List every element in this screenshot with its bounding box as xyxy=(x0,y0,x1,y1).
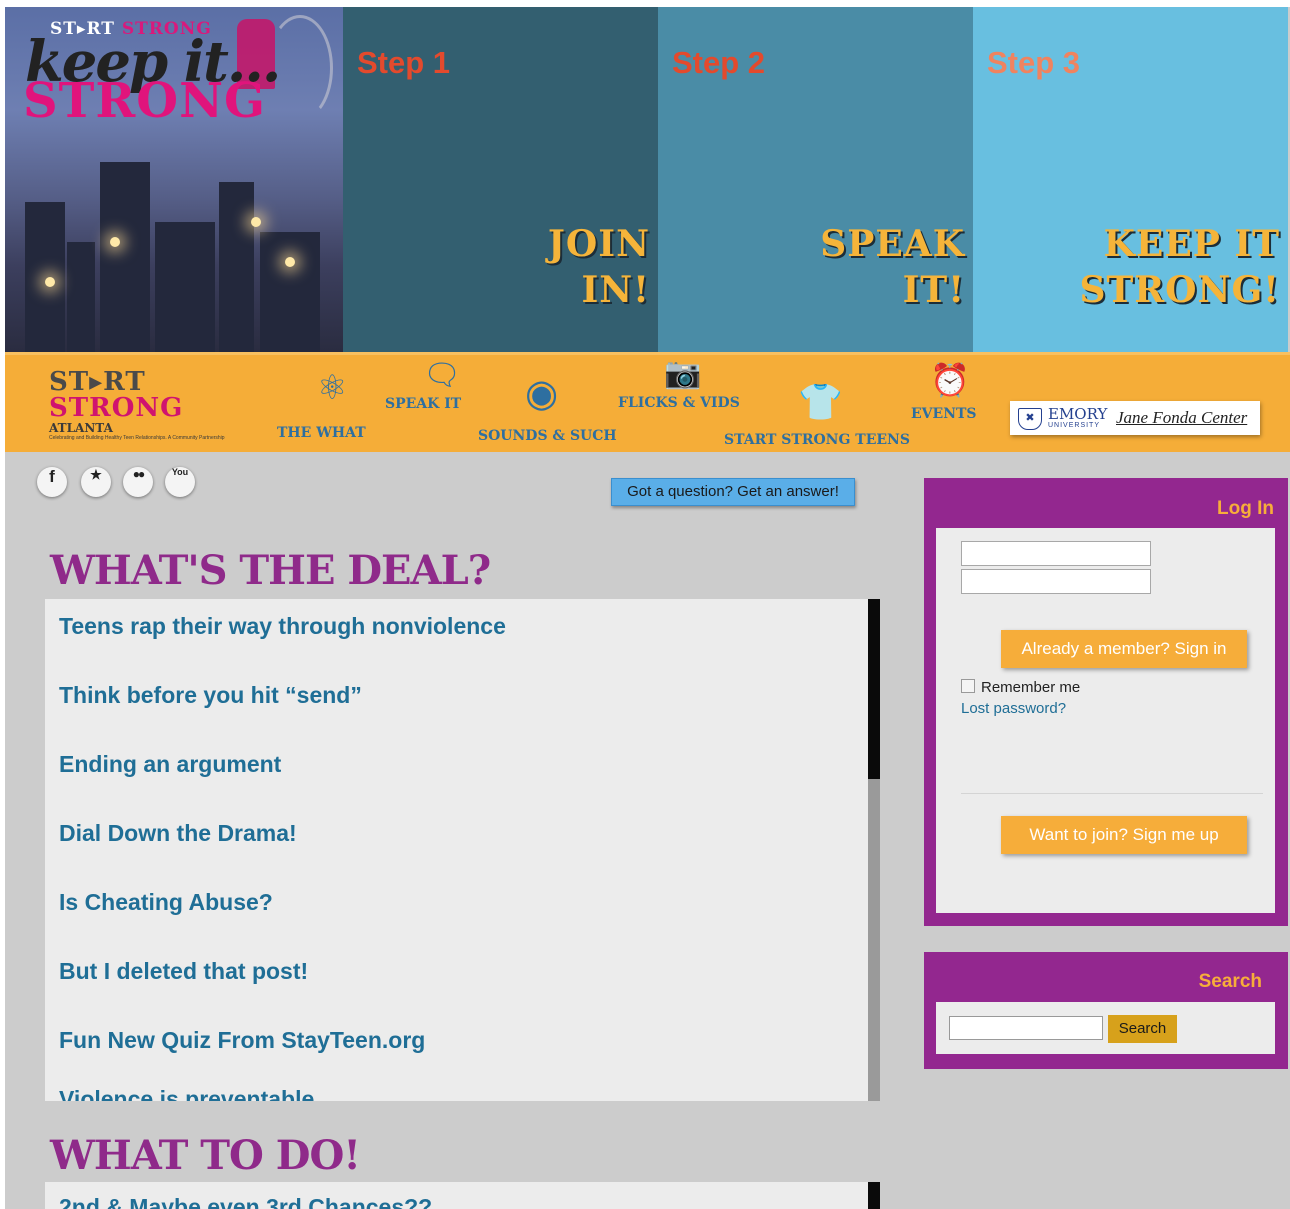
speech-bubble-icon[interactable]: 🗨 xyxy=(423,359,461,393)
whats-the-deal-heading: WHAT'S THE DEAL? xyxy=(50,547,491,594)
post-link[interactable]: Violence is preventable xyxy=(59,1086,314,1101)
nav-item-speak-it[interactable]: SPEAK IT xyxy=(385,396,461,412)
step-3-line1: KEEP IT xyxy=(1103,223,1280,265)
atom-icon[interactable]: ⚛ xyxy=(317,371,347,405)
youtube-icon[interactable]: You xyxy=(165,467,195,497)
city-light xyxy=(251,217,261,227)
skyline-building xyxy=(25,202,65,352)
lost-password-link[interactable]: Lost password? xyxy=(961,700,1066,717)
start-strong-atlanta-logo[interactable]: ST▸RT STRONG ATLANTA Celebrating and Bui… xyxy=(49,369,225,441)
remember-me[interactable]: Remember me xyxy=(961,679,1080,696)
flickr-icon[interactable]: ●● xyxy=(123,467,153,497)
search-form: Search xyxy=(936,1002,1275,1054)
login-title: Log In xyxy=(1217,498,1274,519)
city-light xyxy=(110,237,120,247)
emory-subtitle: UNIVERSITY xyxy=(1048,422,1101,429)
emory-jane-fonda-center-logo[interactable]: ✖ EMORY UNIVERSITY Jane Fonda Center xyxy=(1010,401,1260,435)
nav-item-flicks-and-vids[interactable]: FLICKS & VIDS xyxy=(618,395,740,411)
step-1-heading: JOIN IN! xyxy=(548,221,650,313)
hero-banner: ST▸RT STRONG keep it... STRONG Step 1 JO… xyxy=(5,7,1290,352)
step-2-panel[interactable]: Step 2 SPEAK IT! xyxy=(658,7,973,352)
login-form: Already a member? Sign in Remember me Lo… xyxy=(936,528,1275,913)
emory-shield-icon: ✖ xyxy=(1018,408,1042,430)
step-1-panel[interactable]: Step 1 JOIN IN! xyxy=(343,7,658,352)
skyline-building xyxy=(155,222,215,352)
password-input[interactable] xyxy=(961,569,1151,594)
username-input[interactable] xyxy=(961,541,1151,566)
skyline-building xyxy=(260,232,320,352)
step-3-panel[interactable]: Step 3 KEEP IT STRONG! xyxy=(973,7,1288,352)
what-to-do-heading: WHAT TO DO! xyxy=(50,1132,361,1179)
deal-list-scroll-thumb[interactable] xyxy=(868,599,880,779)
sign-up-button[interactable]: Want to join? Sign me up xyxy=(1001,816,1247,854)
hero-strong: STRONG xyxy=(23,73,266,129)
tshirt-icon[interactable]: 👕 xyxy=(798,384,843,420)
alarm-clock-icon[interactable]: ⏰ xyxy=(930,363,970,397)
facebook-icon[interactable]: f xyxy=(37,467,67,497)
logo-start: ST▸RT xyxy=(49,367,146,397)
twitter-icon[interactable]: ★ xyxy=(81,467,111,497)
whats-the-deal-list: Teens rap their way through nonviolence … xyxy=(45,599,868,1101)
post-link[interactable]: Ending an argument xyxy=(59,751,281,778)
jane-fonda-center-name: Jane Fonda Center xyxy=(1116,408,1248,427)
nav-item-the-what[interactable]: THE WHAT xyxy=(277,425,366,441)
search-title: Search xyxy=(1198,971,1262,992)
remember-me-checkbox[interactable] xyxy=(961,679,975,693)
step-2-line1: SPEAK xyxy=(820,223,965,265)
step-3-number: Step 3 xyxy=(987,45,1081,80)
step-2-heading: SPEAK IT! xyxy=(820,221,965,313)
turntable-icon[interactable]: ◉ xyxy=(525,375,558,413)
remember-me-label: Remember me xyxy=(981,679,1081,696)
post-link[interactable]: Think before you hit “send” xyxy=(59,682,362,709)
post-link[interactable]: Teens rap their way through nonviolence xyxy=(59,613,506,640)
nav-item-start-strong-teens[interactable]: START STRONG TEENS xyxy=(724,432,910,448)
skyline-building xyxy=(67,242,95,352)
step-3-heading: KEEP IT STRONG! xyxy=(1079,221,1280,313)
nav-item-sounds-and-such[interactable]: SOUNDS & SUCH xyxy=(478,428,617,444)
main-nav: ST▸RT STRONG ATLANTA Celebrating and Bui… xyxy=(5,352,1290,452)
todo-list-scroll-thumb[interactable] xyxy=(868,1182,880,1209)
search-input[interactable] xyxy=(949,1016,1103,1040)
step-1-number: Step 1 xyxy=(357,45,451,80)
page: ST▸RT STRONG keep it... STRONG Step 1 JO… xyxy=(5,7,1290,1209)
sign-in-button[interactable]: Already a member? Sign in xyxy=(1001,630,1247,668)
ask-question-button[interactable]: Got a question? Get an answer! xyxy=(611,478,855,506)
login-widget: Log In Already a member? Sign in Remembe… xyxy=(924,478,1288,926)
what-to-do-list: 2nd & Maybe even 3rd Chances?? xyxy=(45,1182,868,1209)
post-link[interactable]: Fun New Quiz From StayTeen.org xyxy=(59,1027,425,1054)
step-1-line1: JOIN xyxy=(547,223,650,265)
skyline-building xyxy=(100,162,150,352)
logo-tagline: Celebrating and Building Healthy Teen Re… xyxy=(49,435,225,441)
todo-list-scrollbar[interactable] xyxy=(868,1182,880,1209)
post-link[interactable]: Dial Down the Drama! xyxy=(59,820,297,847)
camera-icon[interactable]: 📷 xyxy=(664,357,701,391)
nav-item-events[interactable]: EVENTS xyxy=(911,406,977,422)
step-2-line2: IT! xyxy=(902,269,965,311)
post-link[interactable]: But I deleted that post! xyxy=(59,958,308,985)
deal-list-scrollbar[interactable] xyxy=(868,599,880,1101)
skyline-building xyxy=(219,182,254,352)
city-light xyxy=(285,257,295,267)
login-divider xyxy=(961,793,1263,794)
city-light xyxy=(45,277,55,287)
post-link[interactable]: 2nd & Maybe even 3rd Chances?? xyxy=(59,1194,432,1209)
step-1-line2: IN! xyxy=(581,269,650,311)
logo-atlanta: ATLANTA xyxy=(49,421,113,435)
search-button[interactable]: Search xyxy=(1108,1015,1177,1043)
step-2-number: Step 2 xyxy=(672,45,766,80)
post-link[interactable]: Is Cheating Abuse? xyxy=(59,889,273,916)
emory-name: EMORY xyxy=(1048,405,1108,423)
keep-it-strong-logo[interactable]: ST▸RT STRONG keep it... STRONG xyxy=(5,7,343,352)
search-widget: Search Search xyxy=(924,952,1288,1069)
logo-strong: STRONG xyxy=(49,393,184,423)
step-3-line2: STRONG! xyxy=(1079,269,1280,311)
